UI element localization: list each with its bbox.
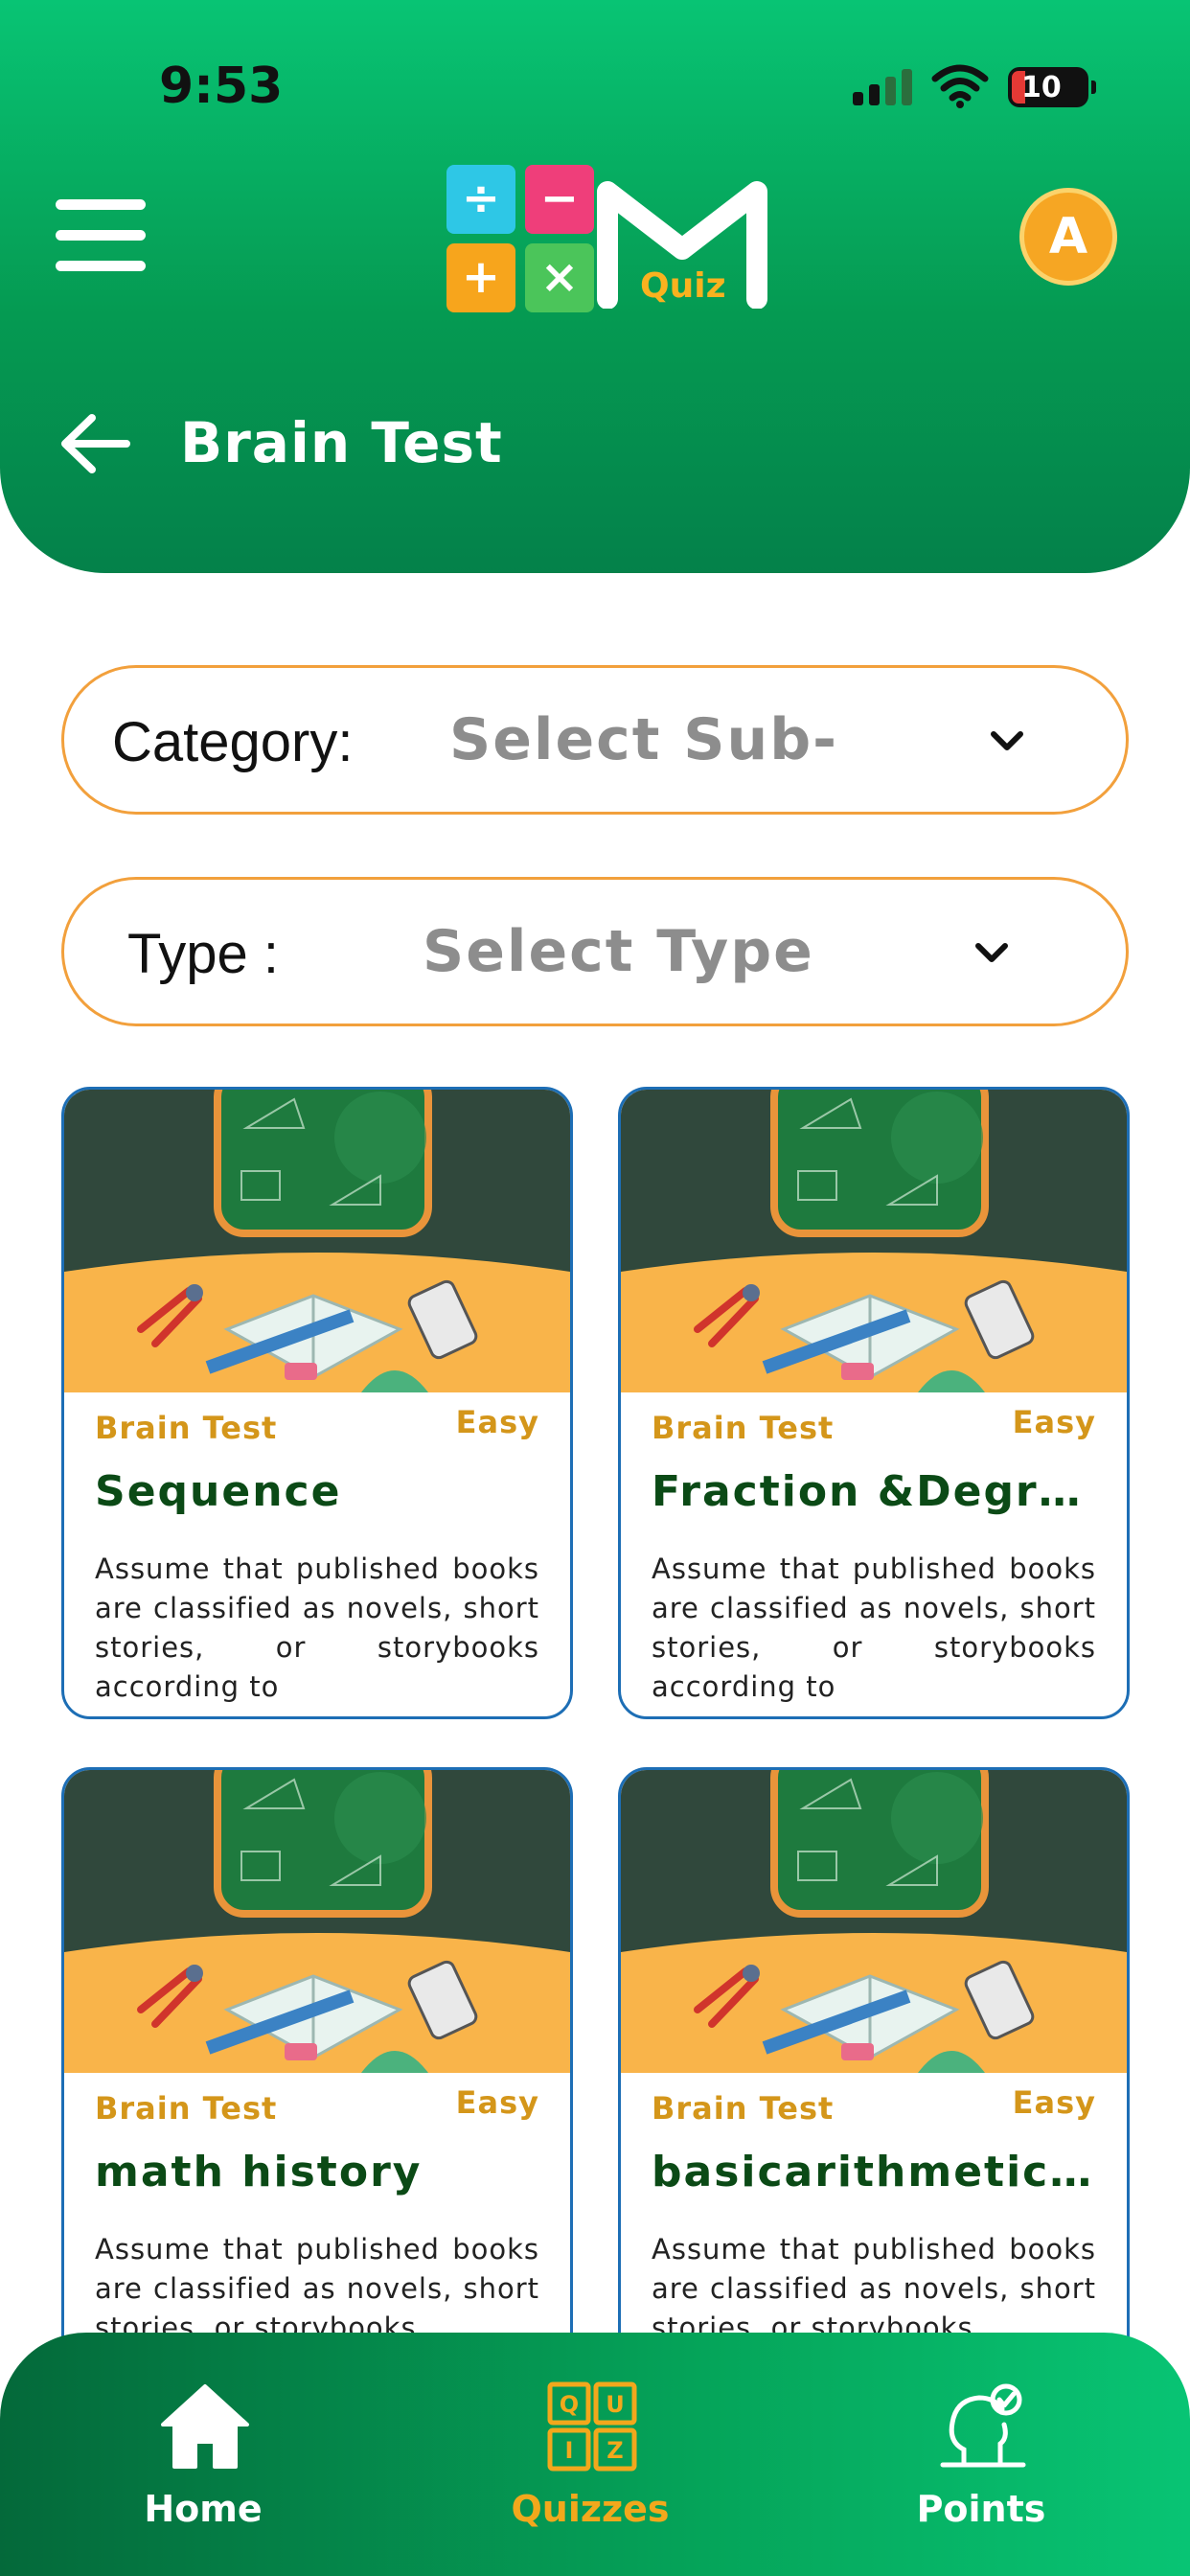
quiz-card-image xyxy=(621,1090,1127,1392)
battery-icon: 10 xyxy=(1008,67,1096,107)
avatar[interactable]: A xyxy=(1019,188,1117,286)
cellular-signal-icon xyxy=(853,67,914,105)
logo-text: Quiz xyxy=(640,266,726,306)
type-dropdown[interactable]: Type : Select Type xyxy=(61,877,1129,1026)
quiz-card-description: Assume that published books are classifi… xyxy=(652,2233,1096,2344)
plus-tile-icon: + xyxy=(446,243,515,312)
quiz-card[interactable]: Brain Test Easy Fraction &Degrees Assume… xyxy=(618,1087,1130,1719)
nav-item-quizzes[interactable]: Q U I Z Quizzes xyxy=(475,2380,705,2543)
quiz-card-image xyxy=(64,1770,570,2073)
quiz-card-title: basicarithmetic op... xyxy=(652,2148,1108,2196)
profile-check-icon xyxy=(940,2383,1026,2468)
svg-text:Q: Q xyxy=(560,2391,579,2418)
type-value: Select Type xyxy=(423,918,814,985)
category-value: Select Sub- xyxy=(449,706,839,773)
app-logo: ÷ − + × Quiz xyxy=(443,161,770,314)
quiz-card-level: Easy xyxy=(455,2084,539,2121)
quiz-card-description: Assume that published books are classifi… xyxy=(95,2233,539,2344)
quiz-card-description: Assume that published books are classifi… xyxy=(652,1552,1096,1703)
battery-level: 10 xyxy=(1021,71,1062,104)
quiz-card-image xyxy=(64,1090,570,1392)
quiz-card[interactable]: Brain Test Easy basicarithmetic op... As… xyxy=(618,1767,1130,2400)
quiz-card[interactable]: Brain Test Easy math history Assume that… xyxy=(61,1767,573,2400)
quiz-card-title: math history xyxy=(95,2148,423,2196)
nav-label-points: Points xyxy=(916,2488,1046,2530)
svg-text:Z: Z xyxy=(606,2437,623,2464)
quiz-card-description: Assume that published books are classifi… xyxy=(95,1552,539,1703)
bottom-navigation: Home Q U I Z Quizzes Points xyxy=(0,2333,1190,2576)
svg-text:I: I xyxy=(565,2437,574,2464)
nav-item-points[interactable]: Points xyxy=(866,2380,1096,2543)
multiply-tile-icon: × xyxy=(525,243,594,312)
quiz-card-category: Brain Test xyxy=(652,2090,835,2127)
menu-button[interactable] xyxy=(56,199,149,272)
quiz-card-level: Easy xyxy=(1012,2084,1096,2121)
category-dropdown[interactable]: Category: Select Sub- xyxy=(61,665,1129,815)
nav-label-home: Home xyxy=(144,2488,263,2530)
back-arrow-icon[interactable] xyxy=(57,410,134,477)
wifi-icon xyxy=(931,64,989,108)
category-label: Category: xyxy=(112,711,354,773)
svg-text:U: U xyxy=(606,2391,625,2418)
quiz-card-category: Brain Test xyxy=(95,1410,278,1446)
quiz-card-category: Brain Test xyxy=(95,2090,278,2127)
quiz-card-category: Brain Test xyxy=(652,1410,835,1446)
nav-label-quizzes: Quizzes xyxy=(511,2488,670,2530)
status-time: 9:53 xyxy=(159,58,284,115)
chevron-down-icon xyxy=(991,731,1023,750)
quiz-card-title: Fraction &Degrees xyxy=(652,1467,1108,1516)
quiz-card-level: Easy xyxy=(455,1404,539,1440)
quiz-card[interactable]: Brain Test Easy Sequence Assume that pub… xyxy=(61,1087,573,1719)
type-label: Type : xyxy=(127,923,279,985)
chevron-down-icon xyxy=(975,943,1008,962)
quiz-card-title: Sequence xyxy=(95,1467,342,1516)
page-title: Brain Test xyxy=(180,410,503,475)
home-icon xyxy=(161,2384,249,2469)
quiz-grid-icon: Q U I Z xyxy=(547,2381,637,2472)
quiz-card-image xyxy=(621,1770,1127,2073)
divide-tile-icon: ÷ xyxy=(446,165,515,234)
app-header: 9:53 10 ÷ − + × Quiz A Brain Test xyxy=(0,0,1190,573)
minus-tile-icon: − xyxy=(525,165,594,234)
nav-item-home[interactable]: Home xyxy=(88,2380,318,2543)
quiz-card-level: Easy xyxy=(1012,1404,1096,1440)
